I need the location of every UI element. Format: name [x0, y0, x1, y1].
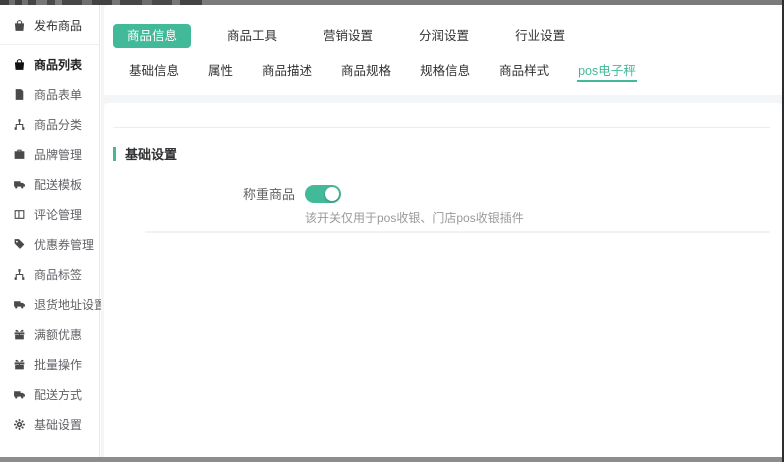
comment-panel-icon — [13, 208, 26, 221]
bag-icon — [13, 58, 26, 71]
main-area: 商品信息 商品工具 营销设置 分润设置 行业设置 基础信息 属性 商品描述 商品… — [101, 5, 782, 457]
truck-icon — [13, 178, 26, 191]
weigh-product-label: 称重商品 — [242, 187, 295, 202]
subtab-pos-scale[interactable]: pos电子秤 — [577, 59, 637, 82]
sidebar-item-return-address-settings[interactable]: 退货地址设置 — [0, 289, 106, 319]
primary-tabs: 商品信息 商品工具 营销设置 分润设置 行业设置 — [104, 5, 782, 48]
section-title-accent-bar — [113, 146, 116, 161]
tab-industry-settings[interactable]: 行业设置 — [505, 24, 575, 48]
truck-icon — [13, 388, 26, 401]
subtab-spec-info[interactable]: 规格信息 — [419, 59, 471, 82]
subtab-product-description[interactable]: 商品描述 — [261, 59, 313, 82]
sidebar-item-publish-product[interactable]: 发布商品 — [0, 10, 99, 40]
gift-icon — [13, 328, 26, 341]
sidebar-item-delivery-method[interactable]: 配送方式 — [0, 379, 99, 409]
gift-icon — [13, 358, 26, 371]
tab-product-info[interactable]: 商品信息 — [113, 24, 192, 48]
weigh-product-help-text: 该开关仅用于pos收银、门店pos收银插件 — [305, 211, 524, 225]
toggle-knob — [325, 186, 339, 201]
secondary-tabs: 基础信息 属性 商品描述 商品规格 规格信息 商品样式 pos电子秤 — [104, 48, 782, 82]
sidebar-item-label: 基础设置 — [34, 417, 83, 432]
sidebar-item-label: 评论管理 — [34, 207, 83, 222]
section-title-text: 基础设置 — [125, 147, 178, 162]
subtab-basic-info[interactable]: 基础信息 — [128, 59, 180, 82]
content-panel: 基础设置 称重商品 该开关仅用于pos收银、门店pos收银插件 — [104, 103, 782, 457]
sidebar-item-review-management[interactable]: 评论管理 — [0, 199, 99, 229]
app-window: 发布商品 商品列表 商品表单 商品分类 品牌管理 配送模板 评论管理 优惠券管理… — [0, 0, 784, 462]
form-icon — [13, 88, 26, 101]
sitemap-icon — [13, 268, 26, 281]
sidebar-item-label: 发布商品 — [34, 18, 83, 33]
sitemap-icon — [13, 118, 26, 131]
tag-icon — [13, 238, 26, 251]
sidebar-item-label: 商品列表 — [34, 57, 83, 72]
form-section-divider — [145, 231, 770, 233]
sidebar-item-product-category[interactable]: 商品分类 — [0, 109, 99, 139]
sidebar-item-label: 商品标签 — [34, 267, 83, 282]
sidebar-item-full-discount[interactable]: 满额优惠 — [0, 319, 99, 349]
sidebar-divider — [0, 44, 99, 45]
bag-icon — [13, 19, 26, 32]
sidebar-item-label: 配送模板 — [34, 177, 83, 192]
sidebar-item-product-list[interactable]: 商品列表 — [0, 49, 99, 79]
subtab-product-spec[interactable]: 商品规格 — [340, 59, 392, 82]
sidebar-item-product-tags[interactable]: 商品标签 — [0, 259, 99, 289]
sidebar-item-label: 配送方式 — [34, 387, 83, 402]
briefcase-icon — [13, 148, 26, 161]
sidebar-item-label: 优惠券管理 — [34, 237, 95, 252]
tab-marketing-settings[interactable]: 营销设置 — [313, 24, 383, 48]
subtab-product-style[interactable]: 商品样式 — [498, 59, 550, 82]
sidebar-item-label: 商品分类 — [34, 117, 83, 132]
section-title-basic-settings: 基础设置 — [113, 144, 177, 163]
sidebar-item-brand-management[interactable]: 品牌管理 — [0, 139, 99, 169]
sidebar-item-label: 品牌管理 — [34, 147, 83, 162]
weigh-product-toggle[interactable] — [305, 184, 341, 203]
sidebar-item-basic-settings[interactable]: 基础设置 — [0, 409, 99, 439]
sidebar-item-label: 批量操作 — [34, 357, 83, 372]
sidebar-item-product-form[interactable]: 商品表单 — [0, 79, 99, 109]
sidebar-item-label: 满额优惠 — [34, 327, 83, 342]
window-bottom-bar — [0, 457, 784, 462]
sidebar-item-batch-operations[interactable]: 批量操作 — [0, 349, 99, 379]
window-top-bar — [0, 0, 784, 5]
sidebar-item-delivery-template[interactable]: 配送模板 — [0, 169, 99, 199]
tab-profit-settings[interactable]: 分润设置 — [409, 24, 479, 48]
gear-icon — [13, 418, 26, 431]
weigh-product-form-row: 称重商品 — [104, 184, 782, 203]
sidebar: 发布商品 商品列表 商品表单 商品分类 品牌管理 配送模板 评论管理 优惠券管理… — [0, 5, 106, 457]
tab-product-tools[interactable]: 商品工具 — [217, 24, 287, 48]
sidebar-item-coupon-management[interactable]: 优惠券管理 — [0, 229, 99, 259]
content-header-divider — [113, 127, 770, 128]
tabs-panel: 商品信息 商品工具 营销设置 分润设置 行业设置 基础信息 属性 商品描述 商品… — [104, 5, 782, 95]
sidebar-item-label: 商品表单 — [34, 87, 83, 102]
subtab-attributes[interactable]: 属性 — [207, 59, 234, 82]
truck-icon — [13, 298, 26, 311]
sidebar-item-label: 退货地址设置 — [34, 297, 107, 312]
